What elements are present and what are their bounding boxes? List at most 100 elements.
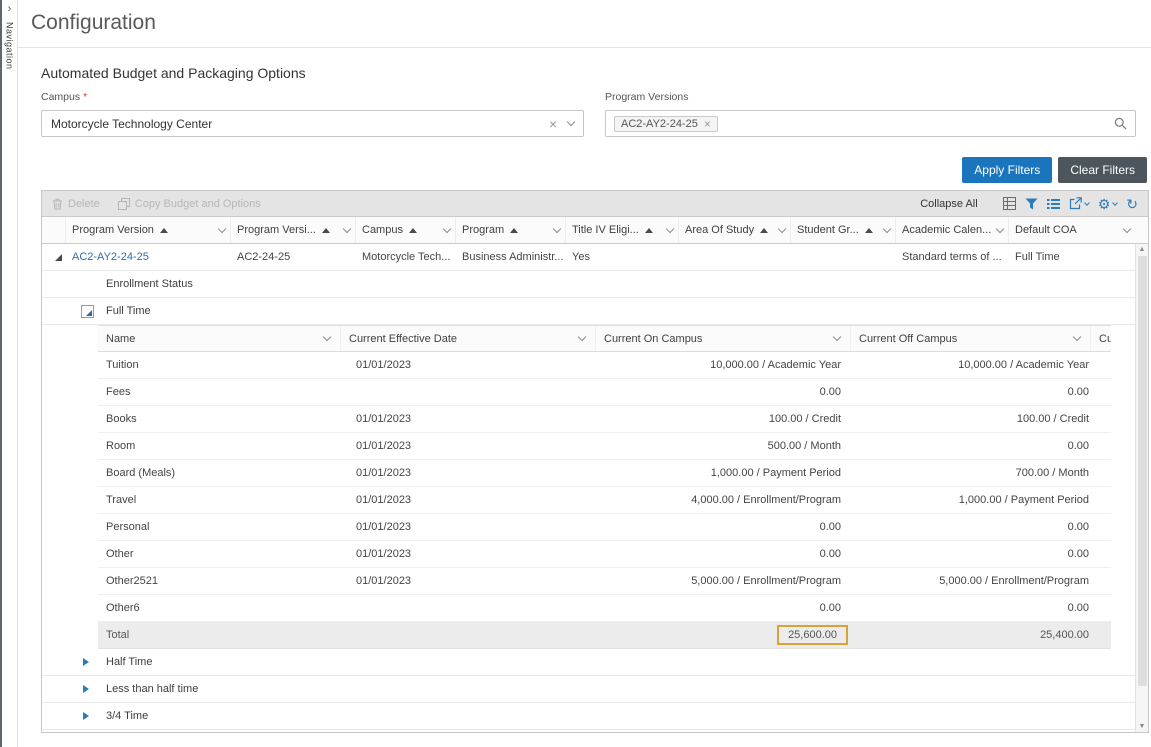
export-excel-button[interactable] — [1003, 197, 1016, 210]
cell-name: Other6 — [98, 602, 341, 614]
collapse-row-icon[interactable] — [55, 254, 62, 261]
column-menu-icon[interactable] — [883, 224, 891, 232]
table-row[interactable]: AC2-AY2-24-25AC2-24-25Motorcycle Tech...… — [42, 244, 1135, 271]
program-versions-label: Program Versions — [605, 91, 688, 103]
chevron-down-icon[interactable] — [323, 333, 331, 341]
expand-group-icon[interactable] — [83, 712, 89, 720]
column-header-program-version-2[interactable]: Program Versi... — [231, 217, 356, 243]
column-header-default-coa[interactable]: Default COA — [1009, 217, 1135, 243]
group-label: Full Time — [106, 305, 151, 317]
export-button[interactable] — [1069, 197, 1089, 210]
column-menu-icon[interactable] — [553, 224, 561, 232]
expand-group-icon[interactable] — [83, 658, 89, 666]
column-header-label: Academic Calen... — [902, 224, 991, 236]
column-header-program[interactable]: Program — [456, 217, 566, 243]
group-label: Half Time — [106, 656, 152, 668]
remove-tag-icon[interactable]: × — [704, 118, 711, 130]
sort-ascending-icon — [645, 228, 653, 233]
group-row-half-time[interactable]: Half Time — [42, 649, 1135, 676]
campus-select[interactable]: Motorcycle Technology Center × — [41, 110, 584, 137]
refresh-icon: ↻ — [1126, 197, 1138, 211]
scrollbar-thumb[interactable] — [1138, 256, 1147, 686]
budget-row-fees[interactable]: Fees0.000.00 — [98, 379, 1111, 406]
copy-label: Copy Budget and Options — [135, 198, 261, 210]
trash-icon — [52, 198, 63, 210]
column-menu-icon[interactable] — [218, 224, 226, 232]
cell-on-campus: 5,000.00 / Enrollment/Program — [596, 575, 851, 587]
row-expander-cell[interactable] — [42, 254, 66, 261]
section-title: Automated Budget and Packaging Options — [41, 65, 306, 81]
column-menu-icon[interactable] — [778, 224, 786, 232]
highlighted-total-cell[interactable]: 25,600.00 — [777, 625, 848, 645]
budget-row-other2521[interactable]: Other252101/01/20235,000.00 / Enrollment… — [98, 568, 1111, 595]
refresh-button[interactable]: ↻ — [1126, 197, 1138, 211]
budget-row-tuition[interactable]: Tuition01/01/202310,000.00 / Academic Ye… — [98, 352, 1111, 379]
column-header-campus[interactable]: Campus — [356, 217, 456, 243]
column-menu-icon[interactable] — [996, 224, 1004, 232]
delete-button[interactable]: Delete — [52, 198, 100, 210]
chevron-down-icon[interactable] — [567, 118, 575, 126]
window-edge — [0, 0, 2, 747]
navigation-rail[interactable]: › Navigation — [2, 0, 18, 747]
sort-ascending-icon — [865, 228, 873, 233]
settings-gear-button[interactable]: ⚙ — [1098, 197, 1118, 211]
copy-budget-button[interactable]: Copy Budget and Options — [118, 198, 261, 210]
budget-row-personal[interactable]: Personal01/01/20230.000.00 — [98, 514, 1111, 541]
campus-selected-value: Motorcycle Technology Center — [51, 117, 549, 131]
column-menu-icon[interactable] — [1123, 224, 1131, 232]
cell-off-campus: 0.00 — [851, 548, 1091, 560]
column-menu-icon[interactable] — [666, 224, 674, 232]
expand-navigation-icon[interactable]: › — [8, 4, 12, 15]
chevron-down-icon[interactable] — [833, 333, 841, 341]
enrollment-status-label: Enrollment Status — [106, 278, 193, 290]
scroll-down-icon[interactable]: ▼ — [1139, 723, 1146, 730]
budget-row-travel[interactable]: Travel01/01/20234,000.00 / Enrollment/Pr… — [98, 487, 1111, 514]
inner-column-header-current-off-campus[interactable]: Current Off Campus — [851, 326, 1091, 351]
group-row-3-4-time[interactable]: 3/4 Time — [42, 703, 1135, 730]
budget-row-books[interactable]: Books01/01/2023100.00 / Credit100.00 / C… — [98, 406, 1111, 433]
required-asterisk: * — [83, 91, 87, 103]
inner-column-header-current-on-campus[interactable]: Current On Campus — [596, 326, 851, 351]
inner-column-label: Current Effective Date — [349, 333, 457, 345]
expand-group-icon[interactable] — [83, 685, 89, 693]
column-menu-icon[interactable] — [343, 224, 351, 232]
column-header-academic-calendar[interactable]: Academic Calen... — [896, 217, 1009, 243]
scroll-up-icon[interactable]: ▲ — [1139, 246, 1146, 253]
program-version-tag: AC2-AY2-24-25 × — [614, 116, 718, 132]
column-header-area-of-study[interactable]: Area Of Study — [679, 217, 791, 243]
budget-row-other[interactable]: Other01/01/20230.000.00 — [98, 541, 1111, 568]
budget-row-board-meals[interactable]: Board (Meals)01/01/20231,000.00 / Paymen… — [98, 460, 1111, 487]
apply-filters-button[interactable]: Apply Filters — [962, 157, 1052, 183]
program-versions-input[interactable]: AC2-AY2-24-25 × — [605, 110, 1136, 137]
column-chooser-button[interactable] — [1047, 198, 1060, 210]
inner-column-header-curr[interactable]: Curr — [1091, 326, 1111, 351]
chevron-down-icon[interactable] — [1073, 333, 1081, 341]
column-header-label: Area Of Study — [685, 224, 754, 236]
inner-column-label: Current On Campus — [604, 333, 702, 345]
inner-column-header-name[interactable]: Name — [98, 326, 341, 351]
cell-on-campus: 0.00 — [596, 386, 851, 398]
collapse-group-icon[interactable] — [81, 305, 94, 318]
clear-campus-icon[interactable]: × — [549, 117, 557, 131]
group-row-full-time[interactable]: Full Time — [42, 298, 1135, 325]
vertical-scrollbar[interactable]: ▲ ▼ — [1135, 244, 1148, 732]
budget-row-other6[interactable]: Other60.000.00 — [98, 595, 1111, 622]
cell-off-campus: 1,000.00 / Payment Period — [851, 494, 1091, 506]
column-header-student-group[interactable]: Student Gr... — [791, 217, 896, 243]
column-header-program-version[interactable]: Program Version — [66, 217, 231, 243]
filter-button[interactable] — [1025, 198, 1038, 210]
group-row-less-than-half-time[interactable]: Less than half time — [42, 676, 1135, 703]
row-cell-program-version[interactable]: AC2-AY2-24-25 — [66, 251, 231, 263]
collapse-all-button[interactable]: Collapse All — [920, 198, 977, 210]
column-menu-icon[interactable] — [443, 224, 451, 232]
cell-date: 01/01/2023 — [341, 467, 596, 479]
inner-column-header-current-effective-date[interactable]: Current Effective Date — [341, 326, 596, 351]
budget-row-room[interactable]: Room01/01/2023500.00 / Month0.00 — [98, 433, 1111, 460]
clear-filters-button[interactable]: Clear Filters — [1058, 157, 1147, 183]
search-icon[interactable] — [1114, 117, 1127, 130]
budget-items-table: Name Current Effective Date Current On Cam… — [98, 325, 1111, 649]
cell-off-campus: 0.00 — [851, 386, 1091, 398]
chevron-down-icon[interactable] — [578, 333, 586, 341]
column-header-label: Student Gr... — [797, 224, 859, 236]
column-header-title-iv-eligible[interactable]: Title IV Eligi... — [566, 217, 679, 243]
